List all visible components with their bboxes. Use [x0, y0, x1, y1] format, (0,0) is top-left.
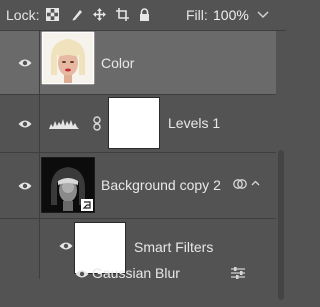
lock-label: Lock:: [6, 7, 40, 23]
layer-name[interactable]: Smart Filters: [134, 239, 213, 255]
smart-object-thumbnail[interactable]: [41, 157, 95, 213]
blending-options-icon[interactable]: [231, 267, 245, 279]
portrait-thumbnail[interactable]: [41, 31, 95, 85]
layer-name[interactable]: Background copy 2: [101, 177, 221, 193]
layer-row-background-copy-2[interactable]: Background copy 2: [0, 153, 286, 219]
eye-icon[interactable]: [18, 181, 32, 191]
chevron-up-icon[interactable]: [251, 180, 260, 186]
eye-icon[interactable]: [18, 119, 32, 129]
layer-name[interactable]: Gaussian Blur: [92, 265, 180, 281]
lock-artboard-icon[interactable]: [116, 8, 129, 21]
column-divider: [39, 153, 40, 219]
layer-name[interactable]: Levels 1: [168, 115, 220, 131]
scrollbar-thumb[interactable]: [278, 150, 284, 300]
layer-row-color[interactable]: Color: [0, 31, 286, 95]
layers-panel: Lock: Fill: 100% Color Levels 1 Backgrou…: [0, 0, 286, 307]
lock-transparent-pixels-icon[interactable]: [46, 8, 59, 21]
eye-icon[interactable]: [59, 241, 73, 251]
link-icon[interactable]: [93, 116, 102, 131]
lock-all-icon[interactable]: [138, 8, 151, 21]
levels-histogram-icon[interactable]: [49, 117, 79, 129]
column-divider: [39, 95, 40, 153]
layers-toolbar: Lock: Fill: 100%: [0, 0, 286, 31]
layer-row-levels[interactable]: Levels 1: [0, 95, 286, 153]
eye-icon[interactable]: [18, 58, 32, 68]
fill-label: Fill:: [186, 7, 208, 23]
lock-image-pixels-icon[interactable]: [71, 8, 84, 21]
column-divider: [39, 31, 40, 95]
lock-position-icon[interactable]: [93, 8, 106, 21]
chevron-down-icon[interactable]: [257, 9, 269, 19]
layer-mask-thumbnail[interactable]: [108, 97, 160, 149]
column-divider: [39, 219, 40, 279]
smart-filter-effects-icon[interactable]: [233, 178, 247, 190]
gaussian-blur-row[interactable]: Gaussian Blur: [0, 265, 286, 307]
layer-name[interactable]: Color: [101, 55, 134, 71]
eye-icon[interactable]: [75, 269, 89, 279]
fill-value[interactable]: 100%: [213, 7, 249, 23]
